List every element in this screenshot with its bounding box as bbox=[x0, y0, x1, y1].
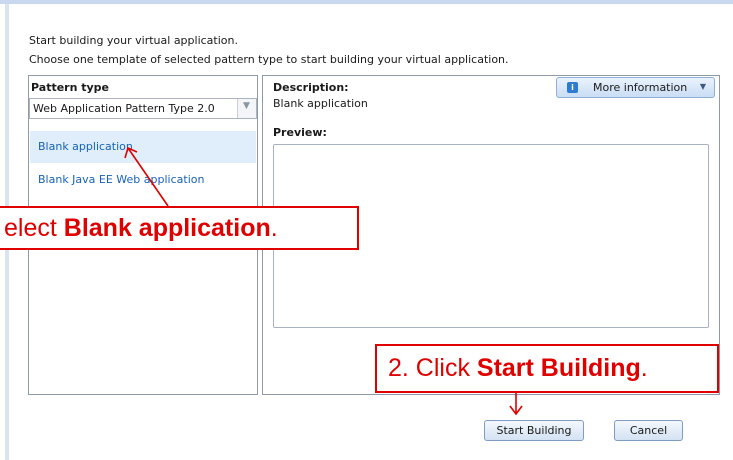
callout-step-2: 2. Click Start Building. bbox=[375, 344, 719, 393]
callout-step-1-prefix: elect bbox=[4, 214, 64, 242]
callout-step-1-suffix: . bbox=[270, 214, 278, 242]
callout-step-2-bold: Start Building bbox=[476, 354, 641, 382]
callout-step-1-bold: Blank application bbox=[63, 214, 271, 242]
callout-step-2-prefix: 2. Click bbox=[388, 354, 477, 382]
callout-arrow-1-line bbox=[127, 147, 169, 207]
callout-step-1: elect Blank application. bbox=[0, 206, 359, 250]
callout-step-2-suffix: . bbox=[640, 354, 648, 382]
